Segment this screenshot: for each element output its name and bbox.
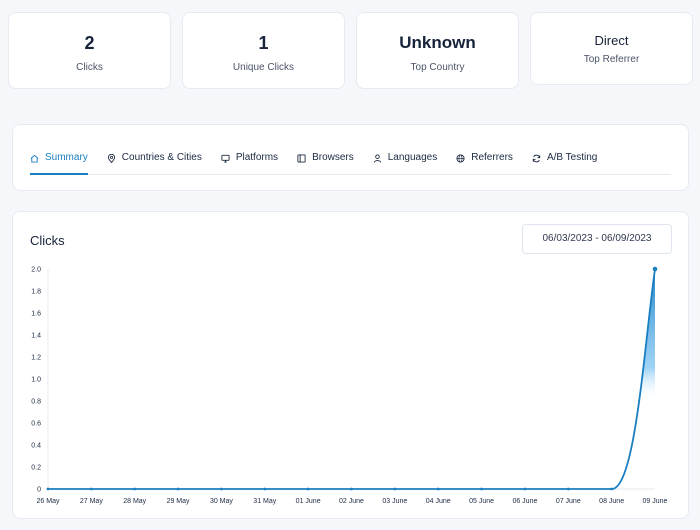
- data-point: [523, 487, 527, 491]
- x-tick-label: 03 June: [382, 498, 407, 505]
- x-tick-label: 28 May: [123, 498, 146, 505]
- data-point: [133, 487, 137, 491]
- data-point: [393, 487, 397, 491]
- x-tick-label: 02 June: [339, 498, 364, 505]
- data-point: [306, 487, 310, 491]
- y-tick-label: 0: [37, 487, 41, 494]
- x-tick-label: 31 May: [253, 498, 276, 505]
- series-area: [48, 269, 655, 489]
- data-point: [350, 487, 353, 491]
- data-point: [566, 487, 570, 491]
- y-tick-label: 0.6: [31, 421, 41, 428]
- x-tick-label: 30 May: [210, 498, 233, 505]
- data-point: [176, 487, 180, 491]
- data-point: [436, 487, 440, 491]
- data-point: [46, 487, 50, 491]
- x-tick-label: 01 June: [296, 498, 321, 505]
- x-tick-label: 05 June: [469, 498, 494, 505]
- data-point: [480, 487, 483, 491]
- x-tick-label: 09 June: [643, 498, 668, 505]
- series-line: [48, 268, 656, 490]
- y-tick-label: 1.2: [31, 355, 41, 362]
- x-tick-label: 26 May: [37, 498, 60, 505]
- x-tick-label: 07 June: [556, 498, 581, 505]
- y-tick-label: 0.4: [31, 443, 41, 450]
- x-tick-label: 06 June: [512, 498, 537, 505]
- y-tick-label: 1.6: [31, 311, 41, 318]
- y-tick-label: 1.8: [31, 289, 41, 296]
- y-tick-label: 2.0: [31, 267, 41, 274]
- y-tick-label: 0.8: [31, 399, 41, 406]
- y-tick-label: 1.0: [31, 377, 41, 384]
- x-tick-label: 04 June: [426, 498, 451, 505]
- data-point: [263, 487, 267, 491]
- data-point: [610, 487, 614, 491]
- clicks-chart: 0 0.2 0.4 0.6 0.8 1.0 1.2 1.4 1.6 1.8 2.0 26 May 27…: [31, 266, 668, 506]
- x-tick-label: 27 May: [80, 498, 103, 505]
- x-tick-label: 29 May: [167, 498, 190, 505]
- data-point: [89, 487, 93, 491]
- y-tick-label: 1.4: [31, 333, 41, 340]
- x-tick-label: 08 June: [599, 498, 624, 505]
- y-tick-label: 0.2: [31, 465, 41, 472]
- data-point: [652, 266, 658, 272]
- data-point: [220, 487, 223, 491]
